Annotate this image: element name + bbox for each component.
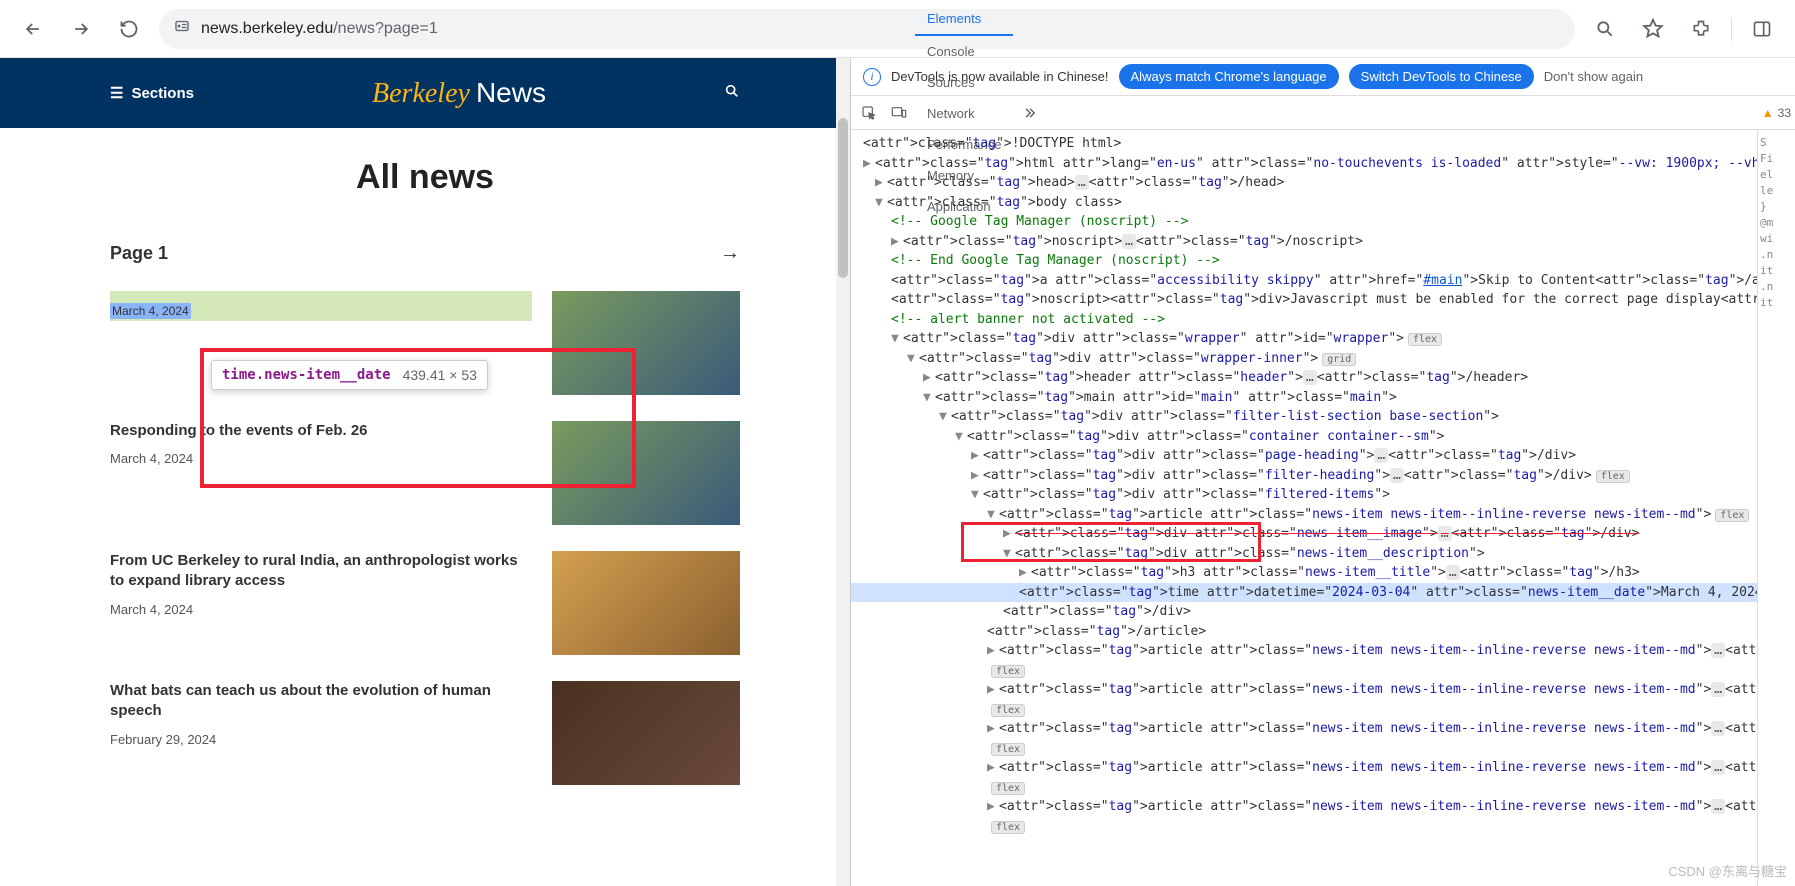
page-content: All news Page 1 → community and peaceful… (0, 128, 850, 886)
tree-line[interactable]: flex (851, 661, 1757, 681)
back-button[interactable] (15, 11, 51, 47)
match-language-button[interactable]: Always match Chrome's language (1119, 64, 1339, 89)
tree-line[interactable]: <attr">class="tag">!DOCTYPE html> (851, 134, 1757, 154)
tree-line[interactable]: ▶<attr">class="tag">noscript>…<attr">cla… (851, 232, 1757, 252)
news-item[interactable]: Responding to the events of Feb. 26 March… (110, 413, 740, 543)
tree-line[interactable]: <attr">class="tag">noscript><attr">class… (851, 290, 1757, 310)
tree-line[interactable]: ▶<attr">class="tag">article attr">class=… (851, 719, 1757, 739)
dont-show-button[interactable]: Don't show again (1544, 69, 1643, 84)
news-item[interactable]: community and peaceful protestMarch 4, 2… (110, 283, 740, 413)
tree-line[interactable]: <!-- alert banner not activated --> (851, 310, 1757, 330)
tree-line[interactable]: <attr">class="tag">/div> (851, 602, 1757, 622)
logo-berkeley: Berkeley (372, 78, 470, 109)
news-item-image (552, 681, 740, 785)
tree-line[interactable]: ▶<attr">class="tag">header attr">class="… (851, 368, 1757, 388)
tree-line[interactable]: ▶<attr">class="tag">article attr">class=… (851, 641, 1757, 661)
sidepanel-icon[interactable] (1744, 11, 1780, 47)
inspect-icon[interactable] (855, 99, 883, 127)
tree-line[interactable]: ▶<attr">class="tag">article attr">class=… (851, 797, 1757, 817)
tree-line[interactable]: <attr">class="tag">time attr">datetime="… (851, 583, 1757, 603)
devtools-tabbar: ElementsConsoleSourcesNetworkPerformance… (851, 96, 1795, 130)
news-item-title: Responding to the events of Feb. 26 (110, 421, 532, 441)
elements-tree[interactable]: <attr">class="tag">!DOCTYPE html>▶<attr"… (851, 130, 1757, 886)
browser-toolbar: news.berkeley.edu/news?page=1 (0, 0, 1795, 58)
sections-button[interactable]: Sections (110, 84, 194, 102)
tree-line[interactable]: ▶<attr">class="tag">article attr">class=… (851, 680, 1757, 700)
devtools-panel: i DevTools is now available in Chinese! … (850, 58, 1795, 886)
tooltip-dims: 439.41 × 53 (403, 367, 477, 383)
tree-line[interactable]: ▼<attr">class="tag">body class> (851, 193, 1757, 213)
warning-badge[interactable]: ▲33 (1762, 106, 1791, 120)
news-item-image (552, 551, 740, 655)
tree-line[interactable]: <!-- End Google Tag Manager (noscript) -… (851, 251, 1757, 271)
news-item-date: March 4, 2024 (110, 602, 532, 617)
tree-line[interactable]: ▶<attr">class="tag">head>…<attr">class="… (851, 173, 1757, 193)
page-scrollbar[interactable] (836, 58, 850, 886)
tree-line[interactable]: ▶<attr">class="tag">div attr">class="pag… (851, 446, 1757, 466)
page-viewport: Sections BerkeleyNews All news Page 1 → … (0, 58, 850, 886)
tree-line[interactable]: ▼<attr">class="tag">div attr">class="new… (851, 544, 1757, 564)
tree-line[interactable]: <attr">class="tag">/article> (851, 622, 1757, 642)
tree-line[interactable]: flex (851, 700, 1757, 720)
url-text: news.berkeley.edu/news?page=1 (201, 20, 438, 38)
device-icon[interactable] (885, 99, 913, 127)
devtools-tab-console[interactable]: Console (915, 36, 1013, 67)
tree-line[interactable]: ▼<attr">class="tag">div attr">class="fil… (851, 485, 1757, 505)
watermark: CSDN @东离与糖宝 (1668, 861, 1787, 880)
news-item-title: From UC Berkeley to rural India, an anth… (110, 551, 532, 592)
news-item-date: February 29, 2024 (110, 732, 532, 747)
site-logo[interactable]: BerkeleyNews (372, 77, 546, 110)
zoom-icon[interactable] (1587, 11, 1623, 47)
next-page-arrow[interactable]: → (720, 242, 740, 265)
inspector-tooltip: time.news-item__date 439.41 × 53 (211, 360, 488, 390)
tree-line[interactable]: ▼<attr">class="tag">article attr">class=… (851, 505, 1757, 525)
tree-line[interactable]: ▼<attr">class="tag">main attr">id="main"… (851, 388, 1757, 408)
tree-line[interactable]: ▼<attr">class="tag">div attr">class="fil… (851, 407, 1757, 427)
tree-line[interactable]: flex (851, 778, 1757, 798)
news-item-image (552, 291, 740, 395)
devtools-tab-sources[interactable]: Sources (915, 67, 1013, 98)
logo-news: News (476, 77, 546, 108)
tree-line[interactable]: <attr">class="tag">a attr">class="access… (851, 271, 1757, 291)
news-item-date: March 4, 2024 (110, 451, 532, 466)
tree-line[interactable]: ▼<attr">class="tag">div attr">class="wra… (851, 349, 1757, 369)
news-item-title: What bats can teach us about the evoluti… (110, 681, 532, 722)
news-item[interactable]: What bats can teach us about the evoluti… (110, 673, 740, 803)
tree-line[interactable]: ▼<attr">class="tag">div attr">class="con… (851, 427, 1757, 447)
tree-line[interactable]: ▶<attr">class="tag">div attr">class="new… (851, 524, 1757, 544)
tree-line[interactable]: ▶<attr">class="tag">html attr">lang="en-… (851, 154, 1757, 174)
extensions-icon[interactable] (1683, 11, 1719, 47)
styles-sidebar[interactable]: SFielle}@mwi.nit.nit (1757, 130, 1795, 886)
search-icon[interactable] (724, 83, 740, 104)
news-item[interactable]: From UC Berkeley to rural India, an anth… (110, 543, 740, 673)
tree-line[interactable]: flex (851, 739, 1757, 759)
page-heading: All news (110, 158, 740, 197)
switch-language-button[interactable]: Switch DevTools to Chinese (1349, 64, 1534, 89)
tooltip-selector: time.news-item__date (222, 367, 391, 383)
tree-line[interactable]: flex (851, 817, 1757, 837)
forward-button[interactable] (63, 11, 99, 47)
site-info-icon[interactable] (173, 17, 191, 40)
reload-button[interactable] (111, 11, 147, 47)
site-header: Sections BerkeleyNews (0, 58, 850, 128)
tree-line[interactable]: ▶<attr">class="tag">h3 attr">class="news… (851, 563, 1757, 583)
devtools-tab-network[interactable]: Network (915, 98, 1013, 129)
more-tabs-icon[interactable] (1015, 99, 1043, 127)
tree-line[interactable]: ▶<attr">class="tag">div attr">class="fil… (851, 466, 1757, 486)
news-item-image (552, 421, 740, 525)
bookmark-icon[interactable] (1635, 11, 1671, 47)
page-label: Page 1 (110, 243, 168, 264)
hamburger-icon (110, 84, 123, 102)
tree-line[interactable]: ▶<attr">class="tag">article attr">class=… (851, 758, 1757, 778)
tree-line[interactable]: <!-- Google Tag Manager (noscript) --> (851, 212, 1757, 232)
url-bar[interactable]: news.berkeley.edu/news?page=1 (159, 9, 1575, 49)
tree-line[interactable]: ▼<attr">class="tag">div attr">class="wra… (851, 329, 1757, 349)
sections-label: Sections (131, 85, 194, 102)
info-icon: i (863, 68, 881, 86)
devtools-tab-elements[interactable]: Elements (915, 3, 1013, 36)
